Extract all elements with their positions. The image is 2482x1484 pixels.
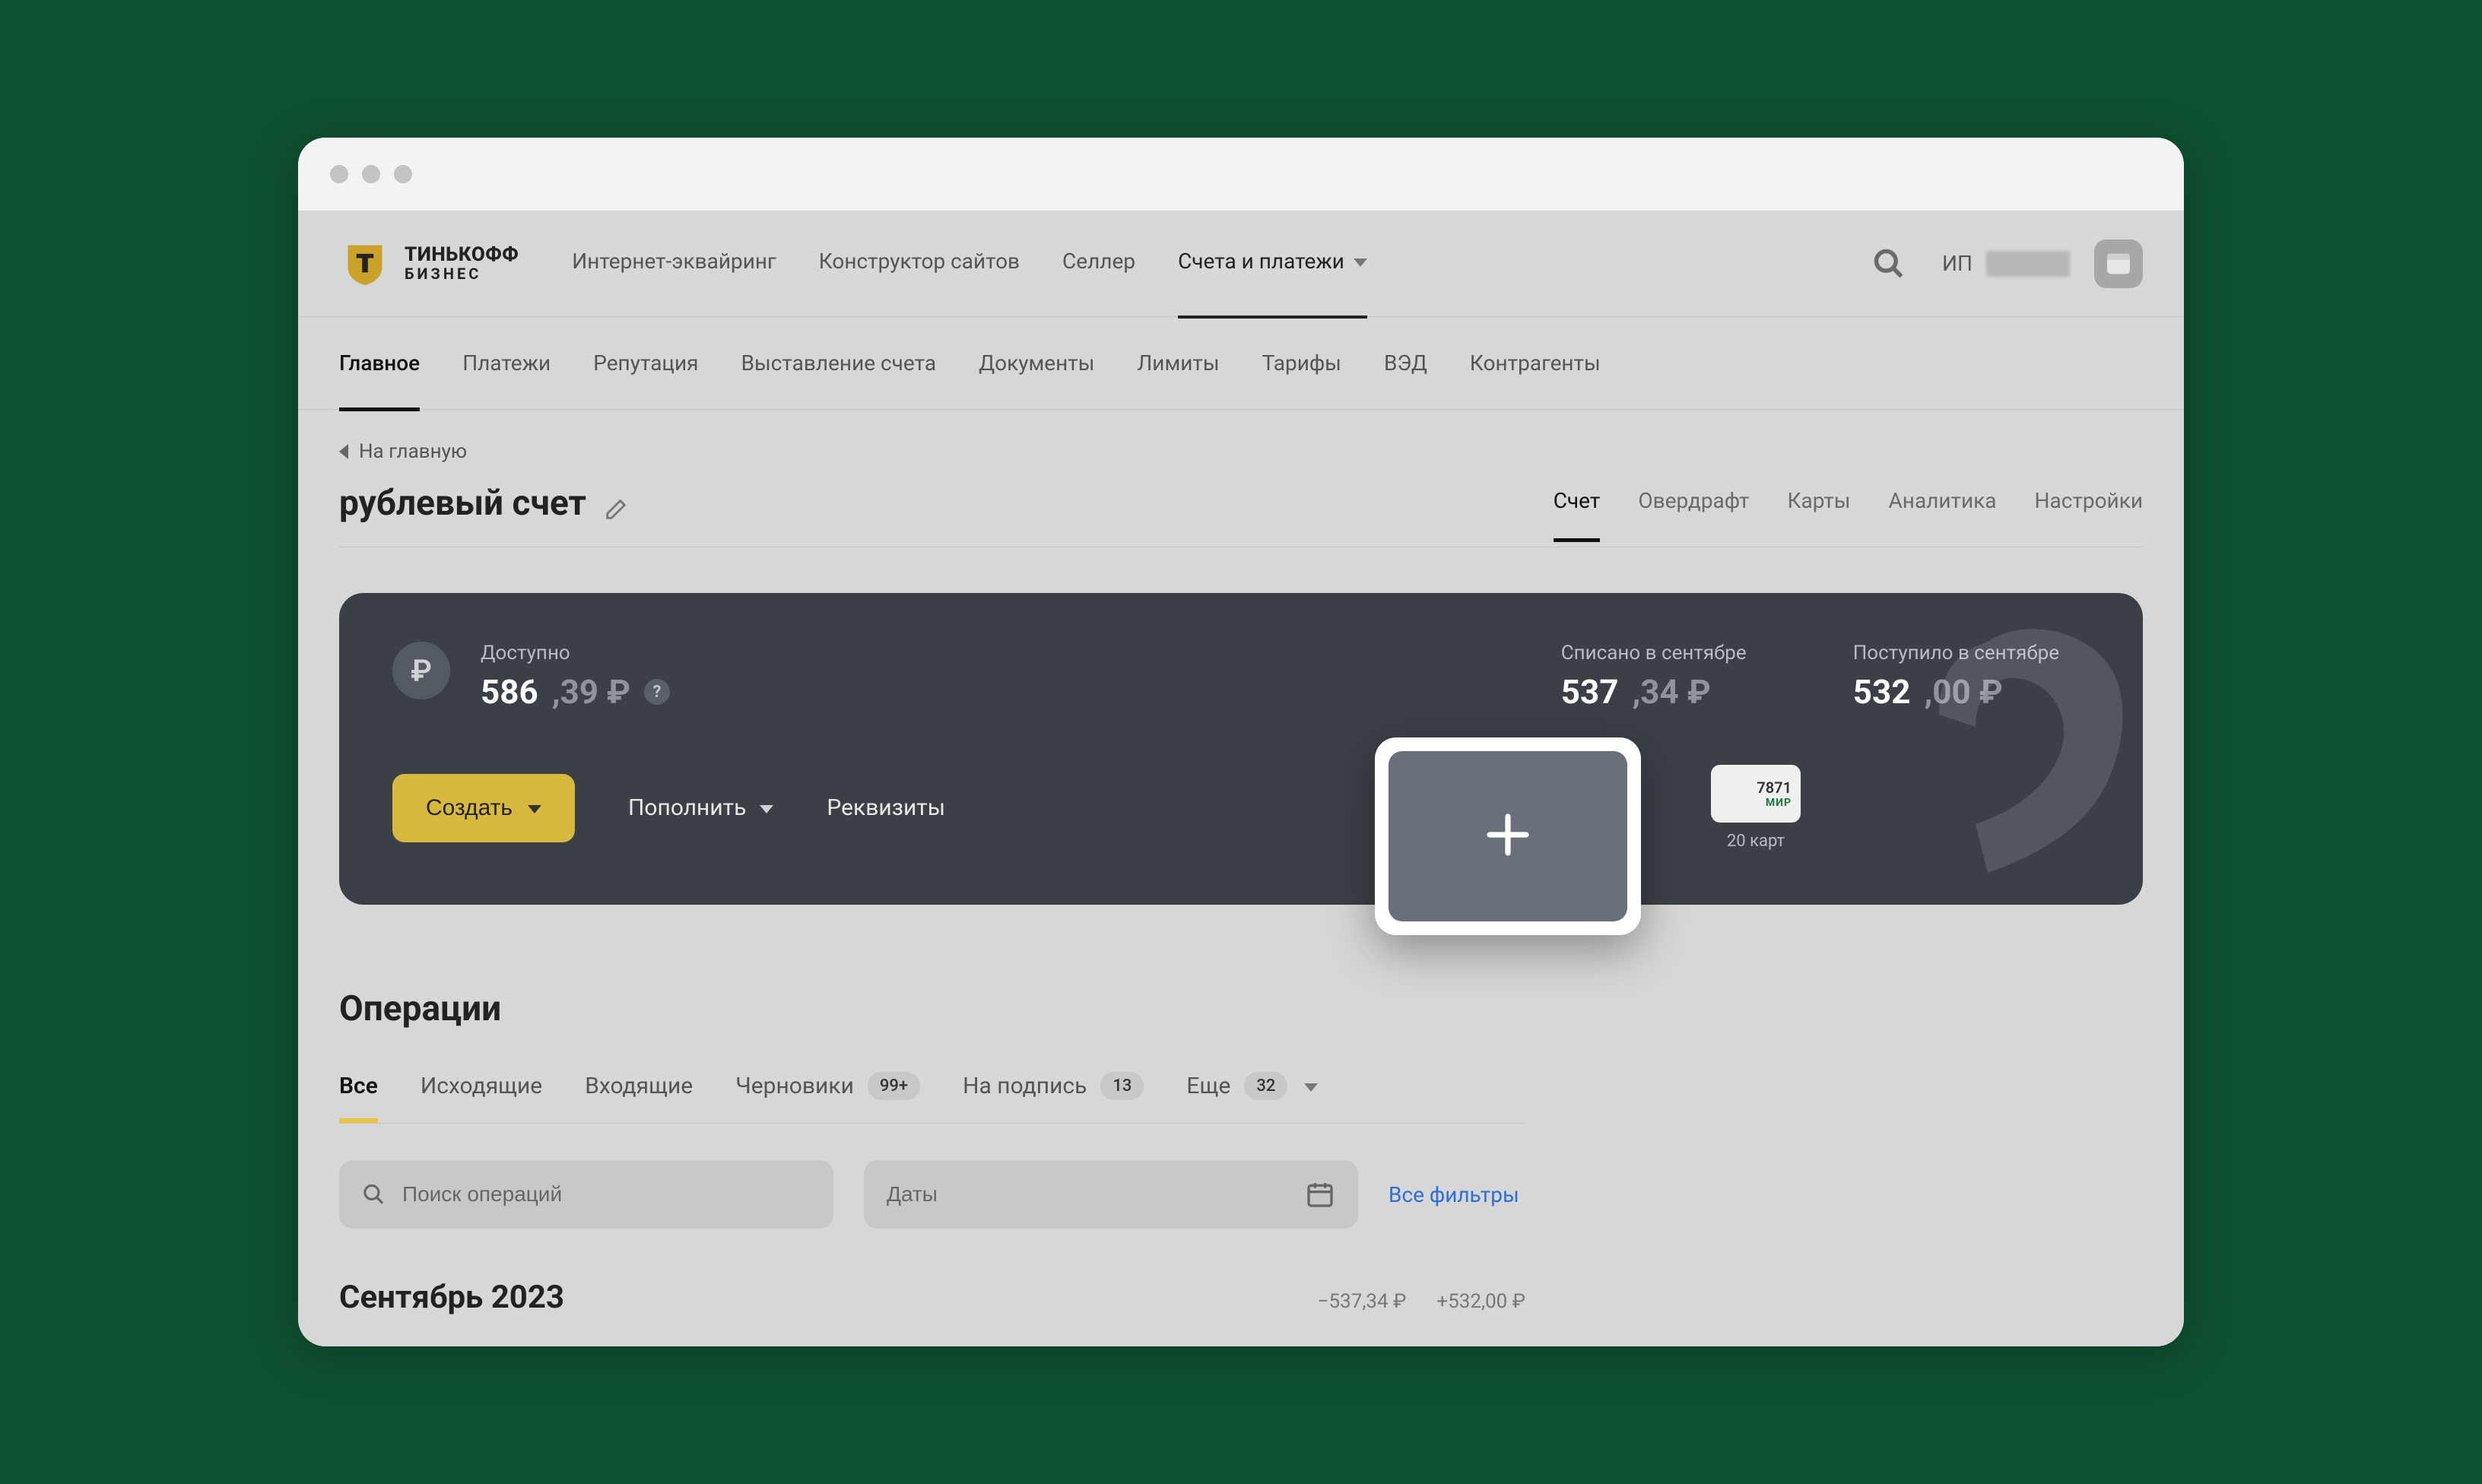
add-card-highlight[interactable] [1375,737,1641,935]
plus-icon [1481,807,1535,865]
create-button[interactable]: Создать [392,774,575,842]
ops-tab-incoming[interactable]: Входящие [585,1073,693,1099]
card-system: МИР [1766,797,1792,809]
section-tabs: Счет Овердрафт Карты Аналитика Настройки [1554,488,2143,519]
subnav-reputation[interactable]: Репутация [593,350,698,376]
month-in: +532,00 ₽ [1436,1290,1525,1313]
edit-icon[interactable] [603,490,629,516]
cards-block[interactable]: 7871 МИР 20 карт [1711,765,1801,851]
subnav-documents[interactable]: Документы [979,350,1094,376]
user-prefix: ИП [1942,251,1973,276]
brand-line2: БИЗНЕС [405,266,519,282]
section-tab-overdraft[interactable]: Овердрафт [1638,488,1749,519]
ops-tab-tosign[interactable]: На подпись 13 [963,1072,1144,1100]
window-min-dot[interactable] [362,165,380,183]
received-value: 532,00 ₽ [1853,672,2059,712]
balance-top: ₽ Доступно 586,39 ₽ ? Списано в сентябре… [392,642,2090,712]
filter-row: Все фильтры [339,1160,1525,1229]
month-row: Сентябрь 2023 −537,34 ₽ +532,00 ₽ [339,1279,1525,1346]
calendar-icon[interactable] [1305,1179,1335,1210]
available-label: Доступно [481,642,670,664]
received-label: Поступило в сентябре [1853,642,2059,664]
badge: 99+ [868,1072,920,1100]
section-tab-analytics[interactable]: Аналитика [1889,488,1997,519]
subnav-ved[interactable]: ВЭД [1384,350,1427,376]
section-tab-account[interactable]: Счет [1554,488,1601,519]
operations-search-input[interactable] [402,1182,811,1207]
spent-label: Списано в сентябре [1561,642,1747,664]
search-icon [362,1181,386,1207]
ops-tab-all[interactable]: Все [339,1073,378,1099]
title-row: рублевый счет Счет Овердрафт Карты Анали… [339,483,2143,547]
search-input-wrap[interactable] [339,1160,833,1229]
user-name-redacted [1986,251,2070,277]
topup-button[interactable]: Пополнить [628,794,773,821]
badge: 13 [1100,1072,1144,1100]
mini-card[interactable]: 7871 МИР [1711,765,1801,823]
window-max-dot[interactable] [394,165,412,183]
chevron-left-icon [339,444,348,459]
operations-title: Операции [339,988,2143,1029]
ops-tab-more[interactable]: Еще 32 [1186,1072,1318,1100]
window-titlebar [298,138,2184,211]
dates-input[interactable] [887,1182,1288,1207]
spent-value: 537,34 ₽ [1561,672,1747,712]
window-close-dot[interactable] [330,165,348,183]
subnav-limits[interactable]: Лимиты [1137,350,1219,376]
dates-input-wrap[interactable] [864,1160,1358,1229]
top-nav: ТИНЬКОФФ БИЗНЕС Интернет-эквайринг Конст… [298,211,2184,317]
badge: 32 [1244,1072,1287,1100]
month-totals: −537,34 ₽ +532,00 ₽ [1318,1290,1525,1313]
user-avatar[interactable] [2094,239,2143,288]
subnav-invoice[interactable]: Выставление счета [741,350,937,376]
subnav-payments[interactable]: Платежи [462,350,551,376]
breadcrumb-back[interactable]: На главную [339,440,2143,463]
month-out: −537,34 ₽ [1318,1290,1407,1313]
subnav-counterparties[interactable]: Контрагенты [1470,350,1601,376]
chevron-down-icon [760,805,773,813]
section-tab-cards[interactable]: Карты [1787,488,1850,519]
ops-tab-drafts[interactable]: Черновики 99+ [735,1072,920,1100]
user-block[interactable]: ИП [1942,239,2143,288]
topnav-accounts-payments[interactable]: Счета и платежи [1178,249,1367,278]
search-icon[interactable] [1872,247,1906,281]
month-title: Сентябрь 2023 [339,1279,564,1316]
page-title: рублевый счет [339,483,629,524]
available-value: 586,39 ₽ ? [481,672,670,712]
operations-tabs: Все Исходящие Входящие Черновики 99+ На … [339,1072,1525,1124]
chevron-down-icon [1304,1083,1318,1092]
topnav-acquiring[interactable]: Интернет-эквайринг [572,249,776,278]
balance-actions: Создать Пополнить Реквизиты 7871 МИР 20 … [392,765,2090,851]
app-window: ТИНЬКОФФ БИЗНЕС Интернет-эквайринг Конст… [298,138,2184,1346]
add-card-button[interactable] [1389,751,1627,921]
top-nav-items: Интернет-эквайринг Конструктор сайтов Се… [572,249,1367,278]
balance-card: ₽ Доступно 586,39 ₽ ? Списано в сентябре… [339,593,2143,905]
help-icon[interactable]: ? [644,679,670,705]
all-filters-link[interactable]: Все фильтры [1389,1182,1519,1207]
subnav-main[interactable]: Главное [339,350,420,376]
topnav-seller[interactable]: Селлер [1062,249,1135,278]
sub-nav: Главное Платежи Репутация Выставление сч… [298,317,2184,410]
shield-icon [339,238,391,290]
ruble-icon: ₽ [392,642,450,699]
requisites-button[interactable]: Реквизиты [827,794,945,821]
cards-count: 20 карт [1727,832,1785,851]
card-last4: 7871 [1757,778,1792,797]
content: На главную рублевый счет Счет Овердрафт … [298,410,2184,1346]
topnav-sitebuilder[interactable]: Конструктор сайтов [819,249,1020,278]
subnav-tariffs[interactable]: Тарифы [1262,350,1341,376]
chevron-down-icon [528,805,541,813]
section-tab-settings[interactable]: Настройки [2035,488,2143,519]
ops-tab-outgoing[interactable]: Исходящие [421,1073,542,1099]
brand-logo[interactable]: ТИНЬКОФФ БИЗНЕС [339,238,519,290]
chevron-down-icon [1354,258,1367,267]
brand-line1: ТИНЬКОФФ [405,245,519,265]
